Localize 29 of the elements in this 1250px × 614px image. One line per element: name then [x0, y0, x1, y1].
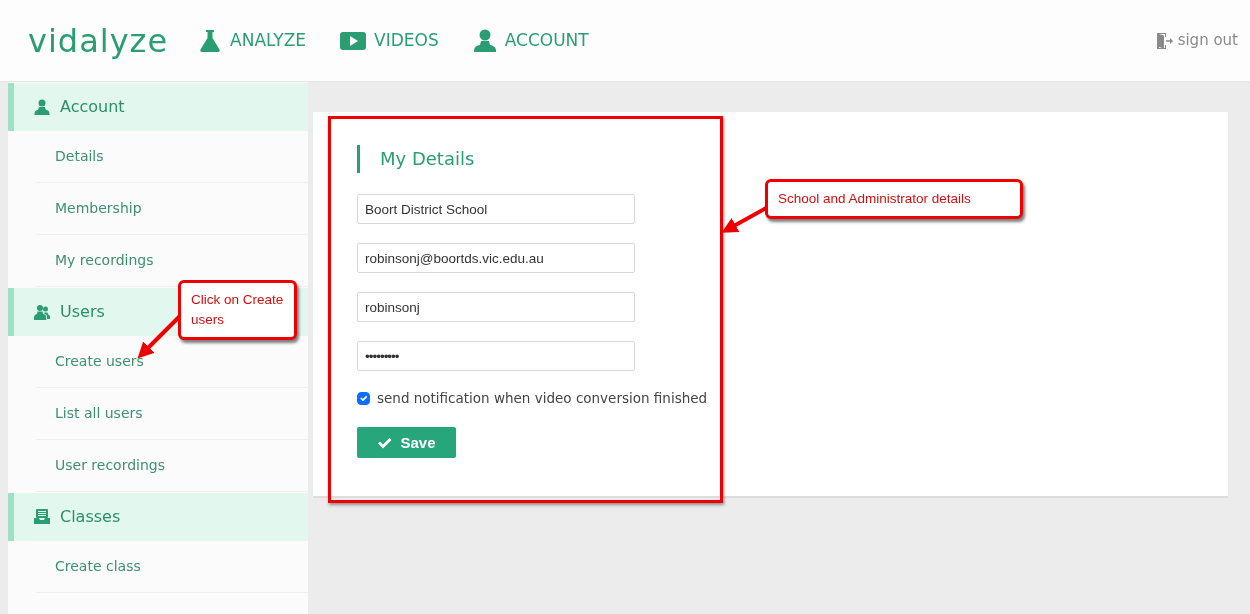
checkmark-icon — [377, 436, 393, 449]
sidebar-item[interactable]: Create class — [36, 541, 308, 593]
sidebar-section-header[interactable]: Classes — [8, 493, 308, 541]
sidebar-section-header[interactable]: Account — [8, 83, 308, 131]
input-field[interactable]: robinsonj@boortds.vic.edu.au — [357, 243, 635, 273]
callout-tooltip: Click on Create users — [178, 280, 297, 340]
inbox-tray-icon — [34, 509, 50, 525]
callout-tooltip: School and Administrator details — [765, 179, 1023, 219]
exit-door-icon — [1156, 31, 1173, 50]
sign-out-link[interactable]: sign out — [1156, 29, 1238, 52]
input-field[interactable]: Boort District School — [357, 194, 635, 224]
input-field[interactable]: robinsonj — [357, 292, 635, 322]
checkbox-label: send notification when video conversion finished — [377, 389, 708, 408]
sidebar-item[interactable]: List all users — [36, 388, 308, 440]
nav-link[interactable]: ANALYZE — [198, 27, 307, 54]
nav-link[interactable]: ACCOUNT — [472, 27, 589, 54]
users-icon — [34, 304, 50, 320]
sidebar-item[interactable]: Membership — [36, 183, 308, 235]
nav-link[interactable]: VIDEOS — [340, 27, 439, 54]
flask-icon — [198, 28, 223, 53]
person-icon — [34, 99, 50, 115]
logo: vidalyze — [28, 20, 169, 62]
save-button[interactable]: Save — [357, 427, 456, 459]
sidebar-item[interactable]: User recordings — [36, 440, 308, 492]
person-icon — [472, 28, 497, 53]
input-field[interactable]: ••••••••• — [357, 341, 635, 371]
checkbox[interactable] — [357, 391, 370, 405]
section-title: My Details — [357, 145, 475, 173]
sidebar-item[interactable]: Details — [36, 131, 308, 183]
